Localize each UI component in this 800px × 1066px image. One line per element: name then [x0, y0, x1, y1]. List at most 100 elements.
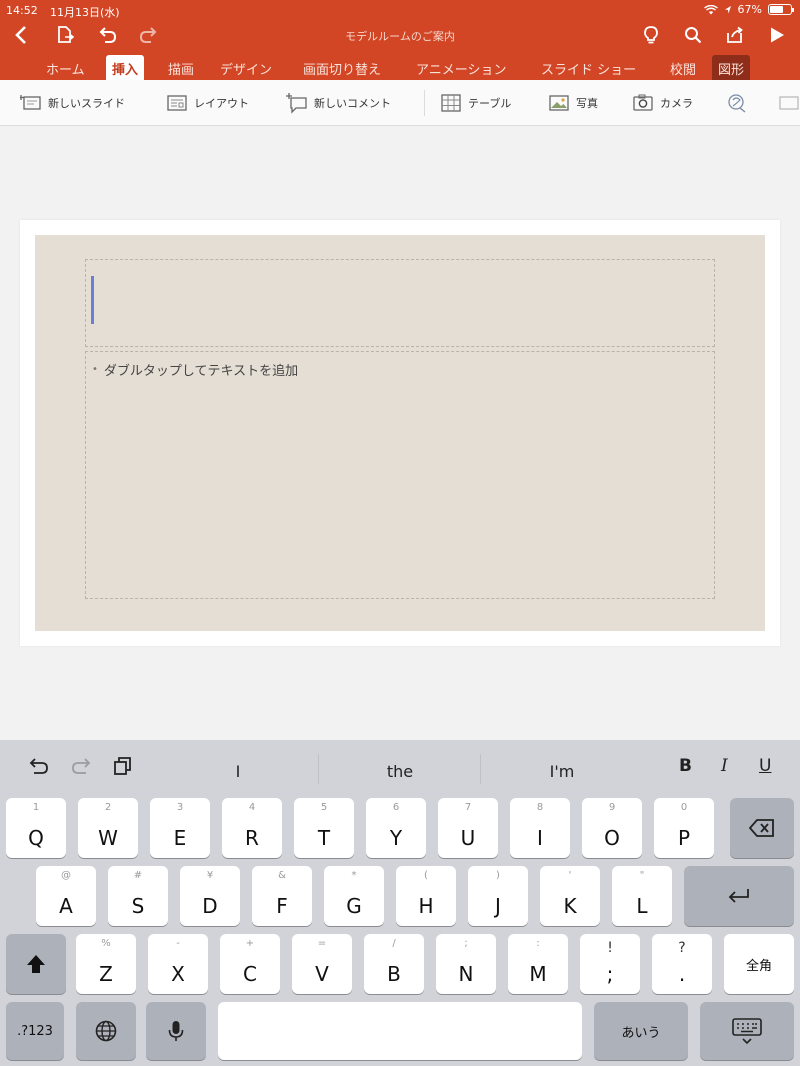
- tab-review[interactable]: 校閲: [664, 55, 702, 80]
- key-main: H: [418, 894, 434, 918]
- slide[interactable]: • ダブルタップしてテキストを追加: [35, 235, 765, 631]
- key-h[interactable]: (H: [396, 866, 456, 926]
- key-p[interactable]: 0P: [654, 798, 714, 858]
- icons-icon: [728, 94, 746, 113]
- key-sub: /: [392, 938, 396, 949]
- key-sub: (: [424, 870, 428, 881]
- key-z[interactable]: % Z: [76, 934, 136, 994]
- suggestion-1[interactable]: I: [178, 762, 298, 781]
- key-w[interactable]: 2W: [78, 798, 138, 858]
- suggestion-3[interactable]: I'm: [502, 762, 622, 781]
- key-s[interactable]: # S: [108, 866, 168, 926]
- bold-button[interactable]: B: [679, 756, 692, 776]
- underline-button[interactable]: U: [759, 756, 771, 776]
- tab-home[interactable]: ホーム: [40, 55, 91, 80]
- key-main: I: [537, 826, 543, 850]
- key-main: D: [202, 894, 218, 918]
- key-exclamation-semicolon[interactable]: !;: [580, 934, 640, 994]
- body-placeholder[interactable]: • ダブルタップしてテキストを追加: [85, 351, 715, 599]
- new-slide-label: 新しいスライド: [48, 97, 125, 110]
- key-g[interactable]: * G: [324, 866, 384, 926]
- key-main: O: [604, 826, 620, 850]
- globe-key[interactable]: [76, 1002, 136, 1060]
- kb-undo-button[interactable]: [26, 756, 50, 781]
- key-sub: @: [61, 870, 71, 881]
- key-y[interactable]: 6Y: [366, 798, 426, 858]
- new-slide-button[interactable]: 新しいスライド: [20, 91, 125, 115]
- key-c[interactable]: + C: [220, 934, 280, 994]
- key-main: Z: [99, 962, 113, 986]
- key-content: [76, 1002, 136, 1060]
- suggestion-2[interactable]: the: [340, 762, 460, 781]
- tab-design[interactable]: デザイン: [214, 55, 278, 80]
- key-d[interactable]: ¥ D: [180, 866, 240, 926]
- key-j[interactable]: ) J: [468, 866, 528, 926]
- kb-redo-button[interactable]: [70, 756, 94, 781]
- key-u[interactable]: 7U: [438, 798, 498, 858]
- key-content: [6, 934, 66, 994]
- icons-button[interactable]: [726, 91, 748, 115]
- table-button[interactable]: テーブル: [440, 91, 511, 115]
- dictation-key[interactable]: [146, 1002, 206, 1060]
- key-i[interactable]: 8I: [510, 798, 570, 858]
- share-button[interactable]: [722, 22, 748, 48]
- return-key[interactable]: [684, 866, 794, 926]
- key-main: B: [387, 962, 401, 986]
- photo-label: 写真: [576, 97, 598, 110]
- number-mode-key[interactable]: .?123: [6, 1002, 64, 1060]
- title-placeholder[interactable]: [85, 259, 715, 347]
- key-l[interactable]: " L: [612, 866, 672, 926]
- key-x[interactable]: -X: [148, 934, 208, 994]
- key-content: .?123: [17, 1023, 53, 1039]
- kana-mode-key[interactable]: あいう: [594, 1002, 688, 1060]
- lightbulb-icon: [644, 26, 658, 44]
- key-main: Q: [28, 826, 44, 850]
- key-v[interactable]: = V: [292, 934, 352, 994]
- play-slideshow-button[interactable]: [764, 22, 790, 48]
- hide-keyboard-key[interactable]: [700, 1002, 794, 1060]
- key-main: X: [171, 962, 185, 986]
- shift-key[interactable]: [6, 934, 66, 994]
- suggestion-divider: [318, 754, 319, 784]
- key-e[interactable]: 3E: [150, 798, 210, 858]
- zenkaku-key[interactable]: 全角: [724, 934, 794, 994]
- redo-icon: [72, 758, 91, 774]
- key-question-period[interactable]: ?.: [652, 934, 712, 994]
- key-m[interactable]: :M: [508, 934, 568, 994]
- tab-transitions[interactable]: 画面切り替え: [297, 55, 387, 80]
- key-content: [730, 798, 794, 858]
- play-icon: [771, 27, 784, 43]
- key-main: Y: [389, 826, 403, 850]
- more-ribbon-button[interactable]: [778, 91, 800, 115]
- tab-insert[interactable]: 挿入: [106, 55, 145, 80]
- layout-icon: [167, 95, 187, 111]
- space-key[interactable]: [218, 1002, 582, 1060]
- tell-me-button[interactable]: [638, 22, 664, 48]
- new-comment-button[interactable]: 新しいコメント: [286, 91, 391, 115]
- tab-draw[interactable]: 描画: [162, 55, 200, 80]
- tab-animations[interactable]: アニメーション: [410, 55, 512, 80]
- key-sub: 1: [32, 802, 40, 813]
- kb-paste-button[interactable]: [112, 756, 134, 781]
- key-t[interactable]: 5T: [294, 798, 354, 858]
- key-b[interactable]: / B: [364, 934, 424, 994]
- status-time: 14:52: [6, 4, 38, 17]
- tab-slideshow[interactable]: スライド ショー: [535, 55, 642, 80]
- backspace-key[interactable]: [730, 798, 794, 858]
- key-k[interactable]: ' K: [540, 866, 600, 926]
- key-r[interactable]: 4R: [222, 798, 282, 858]
- key-q[interactable]: 1Q: [6, 798, 66, 858]
- partial-tool-icon: [779, 96, 799, 110]
- search-button[interactable]: [680, 22, 706, 48]
- key-f[interactable]: & F: [252, 866, 312, 926]
- key-n[interactable]: ; N: [436, 934, 496, 994]
- return-icon: [728, 889, 749, 903]
- key-o[interactable]: 9O: [582, 798, 642, 858]
- layout-button[interactable]: レイアウト: [166, 91, 249, 115]
- key-a[interactable]: @ A: [36, 866, 96, 926]
- tab-shape[interactable]: 図形: [712, 55, 751, 80]
- italic-button[interactable]: I: [721, 756, 728, 776]
- key-sub: +: [245, 938, 255, 949]
- camera-button[interactable]: カメラ: [632, 91, 693, 115]
- photo-button[interactable]: 写真: [548, 91, 598, 115]
